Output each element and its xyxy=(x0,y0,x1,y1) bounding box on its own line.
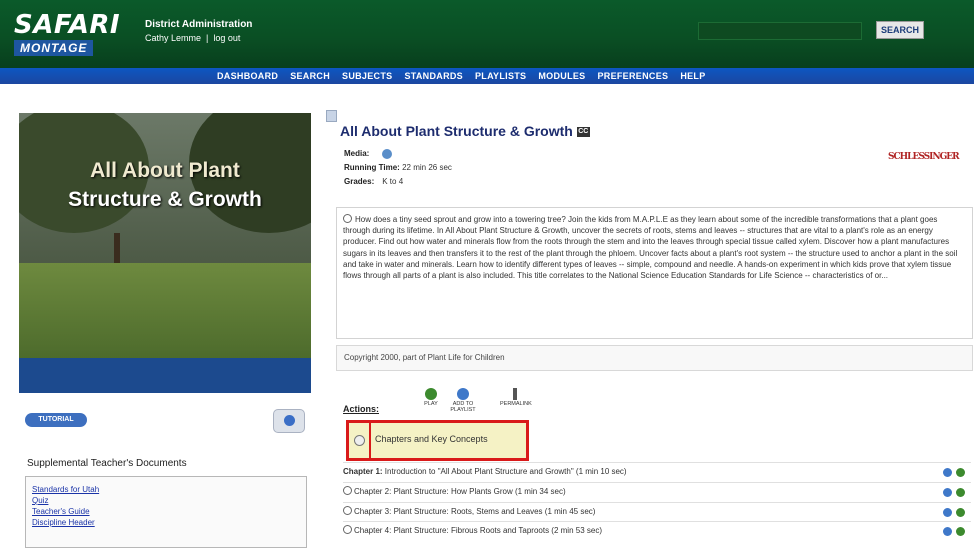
share-button[interactable] xyxy=(273,409,305,433)
running-time-value: 22 min 26 sec xyxy=(402,163,452,172)
chapter-number: Chapter 1: xyxy=(343,467,383,476)
nav-help[interactable]: HELP xyxy=(674,68,711,84)
chapter-number: Chapter 3: xyxy=(354,507,392,516)
program-title: All About Plant Structure & Growth CC xyxy=(340,123,590,139)
publisher-logo: SCHLESSINGER xyxy=(888,152,960,162)
highlight-divider xyxy=(369,423,371,458)
play-icon[interactable] xyxy=(956,468,965,477)
logo-text-top: SAFARI xyxy=(14,10,121,40)
nav-subjects[interactable]: SUBJECTS xyxy=(336,68,398,84)
chapter-title[interactable]: Plant Structure: How Plants Grow (1 min … xyxy=(394,487,566,496)
play-label: PLAY xyxy=(424,401,438,407)
chapter-title[interactable]: Plant Structure: Roots, Stems and Leaves… xyxy=(394,507,596,516)
description-text: How does a tiny seed sprout and grow int… xyxy=(343,215,958,281)
logout-link[interactable]: log out xyxy=(213,33,240,43)
supp-link-discipline-header[interactable]: Discipline Header xyxy=(26,517,306,528)
logo-text-bottom: MONTAGE xyxy=(14,40,94,56)
nav-preferences[interactable]: PREFERENCES xyxy=(591,68,674,84)
grades-row: Grades: K to 4 xyxy=(344,177,403,186)
running-time-row: Running Time: 22 min 26 sec xyxy=(344,163,452,172)
user-separator: | xyxy=(203,33,211,43)
closed-caption-icon: CC xyxy=(576,127,590,138)
chapter-title[interactable]: Introduction to "All About Plant Structu… xyxy=(385,467,627,476)
play-icon[interactable] xyxy=(956,508,965,517)
user-line: Cathy Lemme | log out xyxy=(145,33,240,43)
video-title-line1: All About Plant xyxy=(90,159,240,182)
description: How does a tiny seed sprout and grow int… xyxy=(343,214,966,281)
share-icon xyxy=(284,415,295,426)
expand-chapter-icon[interactable] xyxy=(343,506,352,515)
add-to-playlist-action[interactable]: ADD TO PLAYLIST xyxy=(448,388,478,413)
chapter-row[interactable]: Chapter 1: Introduction to "All About Pl… xyxy=(343,462,971,480)
nav-dashboard[interactable]: DASHBOARD xyxy=(211,68,284,84)
copyright-text: Copyright 2000, part of Plant Life for C… xyxy=(344,353,505,362)
search-input[interactable] xyxy=(698,22,862,40)
main-nav-bar: DASHBOARD SEARCH SUBJECTS STANDARDS PLAY… xyxy=(0,68,974,84)
chapter-row[interactable]: Chapter 2: Plant Structure: How Plants G… xyxy=(343,482,971,500)
add-to-playlist-icon[interactable] xyxy=(943,468,952,477)
add-to-playlist-icon[interactable] xyxy=(943,488,952,497)
add-to-playlist-icon[interactable] xyxy=(943,508,952,517)
permalink-action[interactable]: PERMALINK xyxy=(500,388,532,407)
copyright-box: Copyright 2000, part of Plant Life for C… xyxy=(336,345,973,371)
user-name: Cathy Lemme xyxy=(145,33,202,43)
tutorial-button[interactable]: TUTORIAL xyxy=(25,413,87,427)
supp-link-quiz[interactable]: Quiz xyxy=(26,495,306,506)
safari-montage-logo[interactable]: SAFARI MONTAGE xyxy=(14,12,132,57)
expand-chapter-icon[interactable] xyxy=(343,486,352,495)
collapse-panel-icon[interactable] xyxy=(326,110,337,122)
chapter-row[interactable]: Chapter 3: Plant Structure: Roots, Stems… xyxy=(343,502,971,520)
media-row: Media: xyxy=(344,149,393,159)
running-time-label: Running Time: xyxy=(344,163,400,172)
permalink-icon xyxy=(513,388,517,400)
permalink-label: PERMALINK xyxy=(500,401,532,407)
nav-search[interactable]: SEARCH xyxy=(284,68,336,84)
chapters-expand-icon[interactable] xyxy=(354,435,365,446)
supp-link-teachers-guide[interactable]: Teacher's Guide xyxy=(26,506,306,517)
add-to-playlist-label: ADD TO PLAYLIST xyxy=(450,401,476,413)
nav-playlists[interactable]: PLAYLISTS xyxy=(469,68,532,84)
video-controls-strip xyxy=(19,358,311,393)
top-header: SAFARI MONTAGE District Administration C… xyxy=(0,0,974,68)
chapter-row[interactable]: Chapter 4: Plant Structure: Fibrous Root… xyxy=(343,521,971,539)
play-icon[interactable] xyxy=(956,527,965,536)
nav-modules[interactable]: MODULES xyxy=(532,68,591,84)
play-icon[interactable] xyxy=(956,488,965,497)
chapters-toggle-label: Chapters and Key Concepts xyxy=(375,434,488,444)
video-player[interactable]: All About Plant Structure & Growth xyxy=(19,113,311,393)
play-icon xyxy=(425,388,437,400)
district-name: District Administration xyxy=(145,19,253,30)
media-label: Media: xyxy=(344,149,370,159)
video-title-overlay: All About Plant Structure & Growth xyxy=(19,156,311,214)
description-box: How does a tiny seed sprout and grow int… xyxy=(336,207,973,339)
add-to-playlist-icon[interactable] xyxy=(943,527,952,536)
expand-description-icon[interactable] xyxy=(343,214,352,223)
program-title-text: All About Plant Structure & Growth xyxy=(340,123,573,139)
chapter-number: Chapter 4: xyxy=(354,526,392,535)
grades-label: Grades: xyxy=(344,177,375,186)
video-lawn xyxy=(19,263,311,358)
chapter-title[interactable]: Plant Structure: Fibrous Roots and Tapro… xyxy=(394,526,602,535)
expand-chapter-icon[interactable] xyxy=(343,525,352,534)
chapters-toggle[interactable]: Chapters and Key Concepts xyxy=(346,420,529,461)
grades-value: K to 4 xyxy=(382,177,404,186)
chapter-number: Chapter 2: xyxy=(354,487,392,496)
supp-link-standards[interactable]: Standards for Utah xyxy=(26,477,306,495)
supplemental-docs-title: Supplemental Teacher's Documents xyxy=(27,458,187,469)
play-action[interactable]: PLAY xyxy=(416,388,446,407)
add-to-playlist-icon xyxy=(457,388,469,400)
actions-label: Actions: xyxy=(343,404,379,414)
video-title-line2: Structure & Growth xyxy=(68,188,262,211)
nav-standards[interactable]: STANDARDS xyxy=(398,68,469,84)
search-button[interactable]: SEARCH xyxy=(876,21,924,39)
media-type-icon[interactable] xyxy=(382,149,393,159)
supplemental-docs-list: Standards for Utah Quiz Teacher's Guide … xyxy=(25,476,307,548)
